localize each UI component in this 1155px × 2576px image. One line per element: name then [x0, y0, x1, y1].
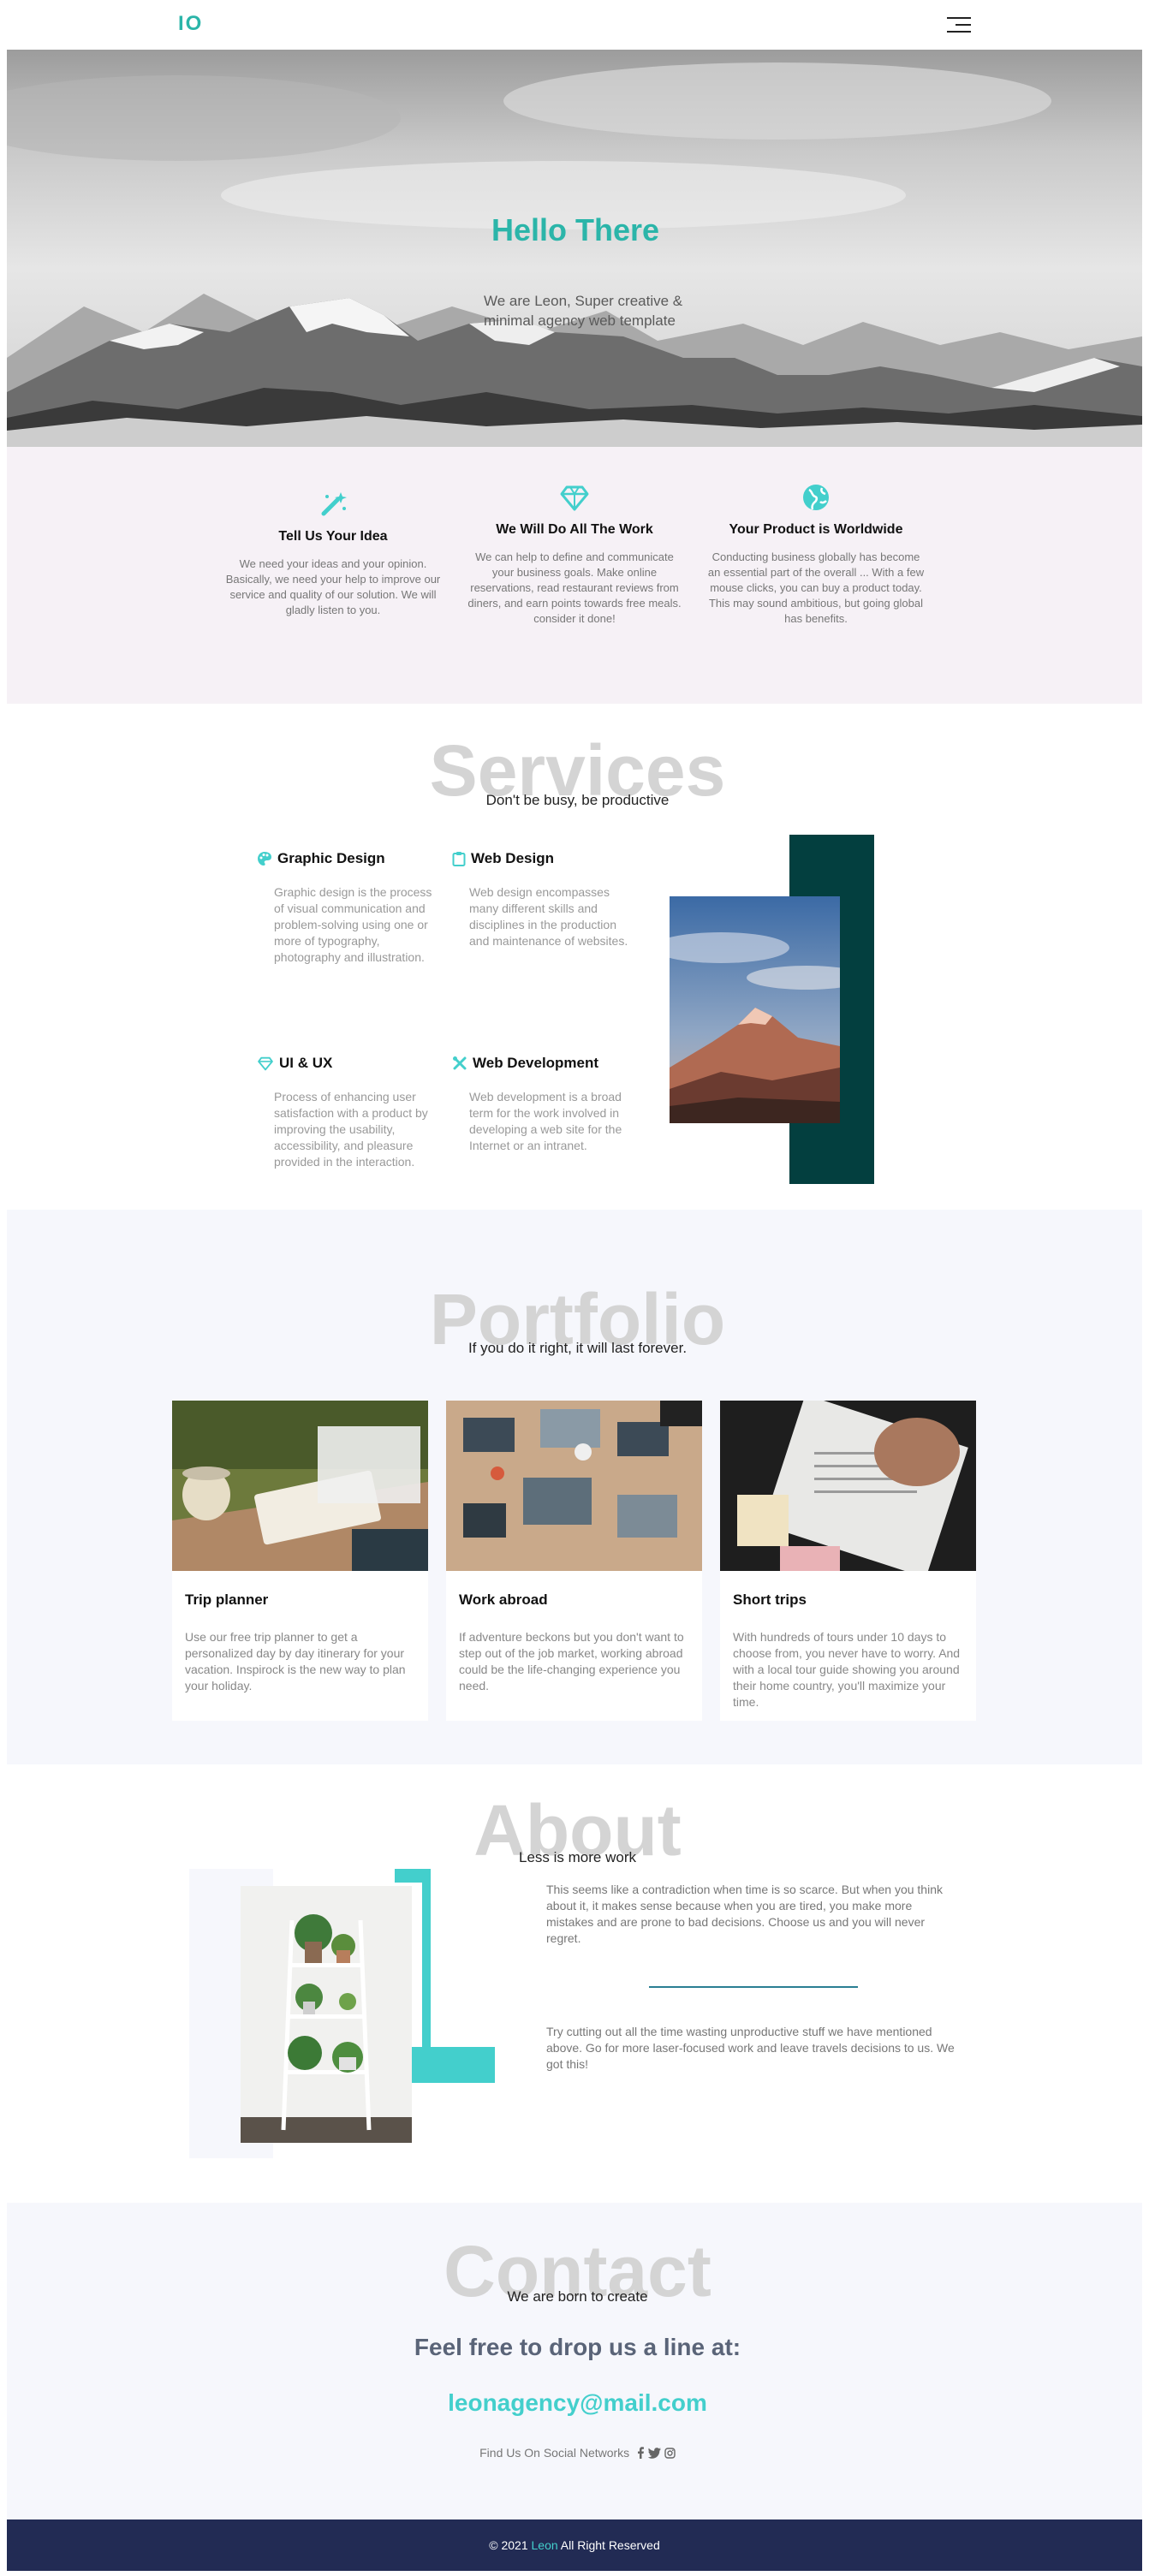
card-title: Short trips — [733, 1591, 807, 1608]
footer-copyright: © 2021 — [489, 2538, 528, 2552]
feature-text: We can help to define and communicate yo… — [467, 550, 682, 625]
logo[interactable]: IO — [178, 12, 203, 36]
card-title: Work abroad — [459, 1591, 548, 1608]
service-title: UI & UX — [279, 1055, 333, 1071]
diamond-icon — [258, 1056, 273, 1071]
service-text: Process of enhancing user satisfaction w… — [274, 1090, 428, 1169]
instagram-icon[interactable] — [664, 2448, 676, 2459]
feature-text: We need your ideas and your opinion. Bas… — [225, 557, 441, 616]
about-paragraph: Try cutting out all the time wasting unp… — [546, 2025, 955, 2071]
palette-icon — [258, 852, 271, 866]
about-paragraph: This seems like a contradiction when tim… — [546, 1883, 943, 1945]
service-title: Graphic Design — [277, 850, 385, 866]
services-subtitle: Don't be busy, be productive — [485, 792, 670, 808]
service-text: Web design encompasses many different sk… — [469, 885, 628, 948]
site-footer: © 2021 Leon All Right Reserved — [7, 2519, 1142, 2571]
card-image — [172, 1401, 428, 1571]
feature-title: We Will Do All The Work — [496, 522, 653, 537]
feature-card: Your Product is Worldwide Conducting bus… — [705, 483, 927, 627]
facebook-icon[interactable] — [636, 2447, 645, 2459]
service-item: UI & UX Process of enhancing user satisf… — [257, 1055, 441, 1170]
service-title: Web Design — [471, 850, 554, 866]
portfolio-card[interactable]: Work abroad If adventure beckons but you… — [446, 1401, 702, 1721]
portfolio-card[interactable]: Short trips With hundreds of tours under… — [720, 1401, 976, 1721]
hero-title: Hello There — [491, 212, 660, 247]
portfolio-card[interactable]: Trip planner Use our free trip planner t… — [172, 1401, 428, 1721]
service-item: Graphic Design Graphic design is the pro… — [257, 850, 441, 966]
hero-banner: Hello There We are Leon, Super creative … — [7, 50, 1142, 447]
contact-subtitle: We are born to create — [507, 2288, 648, 2305]
card-text: Use our free trip planner to get a perso… — [185, 1630, 406, 1693]
feature-title: Your Product is Worldwide — [729, 522, 903, 537]
card-image — [446, 1401, 702, 1571]
diamond-icon — [560, 485, 589, 511]
footer-brand-link[interactable]: Leon — [532, 2538, 558, 2552]
service-item: Web Design Web design encompasses many d… — [452, 850, 636, 949]
site-header: IO — [0, 0, 1155, 50]
feature-title: Tell Us Your Idea — [278, 529, 388, 544]
clipboard-icon — [452, 852, 466, 866]
contact-email-link[interactable]: leonagency@mail.com — [0, 2389, 1155, 2417]
mountain-illustration — [7, 62, 1142, 447]
tools-icon — [453, 1056, 467, 1070]
footer-rights: All Right Reserved — [560, 2538, 660, 2552]
feature-text: Conducting business globally has become … — [707, 550, 925, 625]
feature-card: We Will Do All The Work We can help to d… — [463, 483, 686, 627]
divider — [649, 1986, 858, 1988]
portfolio-subtitle: If you do it right, it will last forever… — [467, 1340, 688, 1356]
service-text: Graphic design is the process of visual … — [274, 885, 432, 964]
services-photo — [670, 896, 840, 1123]
card-text: With hundreds of tours under 10 days to … — [733, 1630, 961, 1709]
contact-heading: Feel free to drop us a line at: — [414, 2334, 741, 2360]
features-section: Tell Us Your Idea We need your ideas and… — [7, 447, 1142, 704]
about-subtitle: Less is more work — [519, 1849, 636, 1865]
service-item: Web Development Web development is a bro… — [452, 1055, 636, 1154]
card-text: If adventure beckons but you don't want … — [459, 1630, 684, 1693]
hamburger-menu-icon[interactable] — [947, 15, 971, 34]
magic-wand-icon — [321, 492, 347, 516]
globe-icon — [803, 485, 829, 510]
social-label: Find Us On Social Networks — [479, 2446, 630, 2460]
service-title: Web Development — [473, 1055, 599, 1071]
social-row: Find Us On Social Networks — [0, 2446, 1155, 2460]
twitter-icon[interactable] — [647, 2448, 661, 2459]
card-image — [720, 1401, 976, 1571]
hero-subtitle: We are Leon, Super creative & minimal ag… — [484, 293, 683, 329]
card-title: Trip planner — [185, 1591, 269, 1608]
about-photo — [241, 1886, 412, 2143]
service-text: Web development is a broad term for the … — [469, 1090, 622, 1152]
feature-card: Tell Us Your Idea We need your ideas and… — [222, 490, 444, 618]
